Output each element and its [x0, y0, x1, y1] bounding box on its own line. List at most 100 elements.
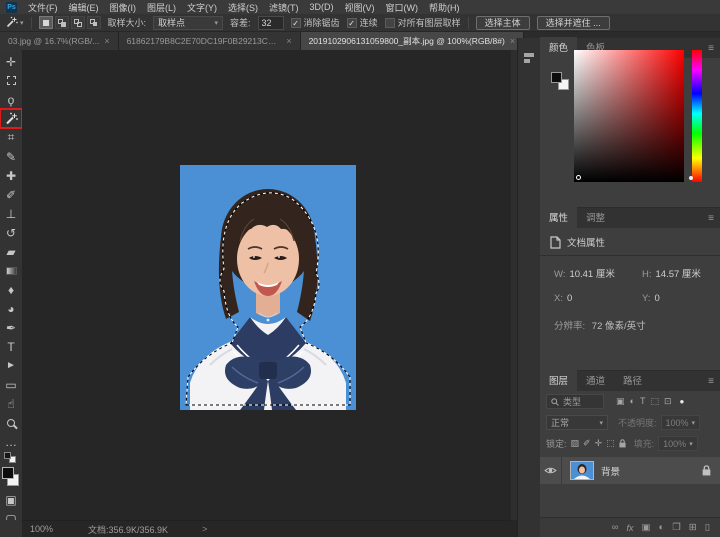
path-selection-tool[interactable]: ► — [0, 356, 22, 375]
dodge-tool[interactable]: ◕ — [0, 299, 22, 318]
new-selection-button[interactable] — [39, 16, 53, 29]
lock-image-pixels-icon[interactable]: ✐ — [583, 438, 591, 449]
add-to-selection-button[interactable] — [55, 16, 69, 29]
crop-tool[interactable]: ⌗ — [0, 128, 22, 147]
new-group-icon[interactable]: ❒ — [672, 522, 681, 533]
add-layer-mask-icon[interactable]: ▣ — [642, 522, 651, 533]
eyedropper-tool[interactable]: ✎ — [0, 147, 22, 166]
tab-properties[interactable]: 属性 — [540, 207, 577, 228]
tab-layers[interactable]: 图层 — [540, 370, 577, 391]
filter-smart-objects-icon[interactable]: ⊡ — [664, 396, 672, 407]
contiguous-checkbox[interactable]: ✓ 连续 — [347, 16, 378, 29]
menu-layer[interactable]: 图层(L) — [147, 1, 176, 14]
sample-size-dropdown[interactable]: 取样点 ▾ — [153, 16, 223, 30]
eraser-tool[interactable]: ▰ — [0, 242, 22, 261]
portrait-photo[interactable] — [180, 165, 356, 410]
menu-window[interactable]: 窗口(W) — [386, 1, 419, 14]
anti-alias-checkbox[interactable]: ✓ 消除锯齿 — [291, 16, 340, 29]
filter-type-layers-icon[interactable]: T — [640, 396, 646, 407]
move-tool[interactable]: ✛ — [0, 52, 22, 71]
foreground-background-colors[interactable] — [0, 464, 22, 490]
gradient-tool[interactable] — [0, 261, 22, 280]
menu-image[interactable]: 图像(I) — [110, 1, 137, 14]
select-and-mask-button[interactable]: 选择并遮住 ... — [537, 16, 610, 30]
sample-all-layers-checkbox[interactable]: 对所有图层取样 — [385, 16, 461, 29]
collapsed-panel-dock[interactable] — [517, 38, 540, 537]
link-layers-icon[interactable]: ∞ — [612, 522, 619, 533]
document-tab-active[interactable]: 2019102906131059800_副本.jpg @ 100%(RGB/8#… — [301, 32, 525, 50]
pen-tool[interactable]: ✒ — [0, 318, 22, 337]
tab-paths[interactable]: 路径 — [614, 370, 651, 391]
menu-select[interactable]: 选择(S) — [228, 1, 258, 14]
menu-3d[interactable]: 3D(D) — [310, 2, 334, 12]
magic-wand-icon — [5, 16, 18, 29]
blur-tool[interactable]: ♦ — [0, 280, 22, 299]
layer-style-icon[interactable]: fx — [627, 523, 634, 533]
default-colors-control[interactable] — [0, 451, 22, 464]
panel-menu-icon[interactable]: ≡ — [708, 213, 714, 224]
close-icon[interactable]: × — [510, 36, 515, 46]
document-properties-row[interactable]: 文档属性 — [540, 228, 720, 255]
background-lock-icon[interactable] — [702, 465, 711, 476]
intersect-selection-button[interactable] — [87, 16, 101, 29]
panel-menu-icon[interactable]: ≡ — [708, 43, 714, 54]
magic-wand-tool[interactable] — [0, 109, 22, 128]
rectangular-marquee-tool[interactable] — [0, 71, 22, 90]
type-tool[interactable]: T — [0, 337, 22, 356]
quick-mask-button[interactable]: ▣ — [0, 490, 22, 509]
fill-dropdown[interactable]: 100% ▾ — [658, 436, 698, 451]
menu-edit[interactable]: 编辑(E) — [69, 1, 99, 14]
tolerance-input[interactable] — [258, 16, 284, 30]
layer-row-background[interactable]: 背景 — [540, 457, 720, 484]
chevron-down-icon: ▾ — [599, 419, 603, 427]
menu-filter[interactable]: 滤镜(T) — [269, 1, 299, 14]
document-tab[interactable]: 61862179B8C2E70DC19F0B29213CB7A1.png @ 1… — [119, 32, 301, 50]
history-brush-tool[interactable]: ↺ — [0, 223, 22, 242]
menu-type[interactable]: 文字(Y) — [187, 1, 217, 14]
lasso-tool[interactable]: ϙ — [0, 90, 22, 109]
layer-visibility-toggle[interactable] — [540, 457, 562, 484]
lock-position-icon[interactable]: ✛ — [595, 438, 603, 449]
foreground-color-swatch[interactable] — [551, 72, 562, 83]
close-icon[interactable]: × — [286, 36, 291, 46]
saturation-brightness-field[interactable] — [574, 50, 684, 182]
edit-toolbar-button[interactable]: … — [0, 432, 22, 451]
delete-layer-icon[interactable]: ▯ — [705, 522, 710, 533]
select-subject-button[interactable]: 选择主体 — [476, 16, 530, 30]
filter-adjustment-layers-icon[interactable]: ◐ — [630, 396, 635, 407]
lock-all-icon[interactable] — [619, 439, 626, 448]
layer-thumbnail[interactable] — [570, 461, 594, 480]
status-options-chevron[interactable]: > — [202, 524, 207, 534]
menu-view[interactable]: 视图(V) — [345, 1, 375, 14]
tab-channels[interactable]: 通道 — [577, 370, 614, 391]
rectangle-tool[interactable]: ▭ — [0, 375, 22, 394]
subtract-from-selection-button[interactable] — [71, 16, 85, 29]
hue-slider[interactable] — [692, 50, 702, 182]
menu-help[interactable]: 帮助(H) — [429, 1, 460, 14]
panel-menu-icon[interactable]: ≡ — [708, 376, 714, 387]
clone-stamp-tool[interactable]: ⊥ — [0, 204, 22, 223]
lock-transparent-pixels-icon[interactable]: ▨ — [571, 438, 580, 449]
hand-tool[interactable]: ☝ — [0, 394, 22, 413]
zoom-tool[interactable] — [0, 413, 22, 432]
close-icon[interactable]: × — [104, 36, 109, 46]
current-tool-preset[interactable]: ▾ — [5, 16, 24, 29]
zoom-level-field[interactable]: 100% — [30, 524, 82, 534]
lock-artboard-icon[interactable]: ⬚ — [606, 438, 615, 449]
layer-filter-search[interactable]: 类型 — [546, 394, 604, 409]
document-tab[interactable]: 03.jpg @ 16.7%(RGB/... × — [0, 32, 119, 50]
opacity-dropdown[interactable]: 100% ▾ — [661, 415, 701, 430]
menu-file[interactable]: 文件(F) — [28, 1, 58, 14]
filter-pixel-layers-icon[interactable]: ▣ — [616, 396, 625, 407]
filter-toggle-icon[interactable]: ● — [680, 397, 685, 406]
adjustment-layer-icon[interactable]: ◐ — [659, 522, 665, 533]
foreground-color-swatch[interactable] — [2, 467, 14, 479]
tab-adjustments[interactable]: 调整 — [577, 207, 614, 228]
brush-tool[interactable]: ✐ — [0, 185, 22, 204]
filter-shape-layers-icon[interactable]: ⬚ — [650, 396, 659, 407]
blend-mode-dropdown[interactable]: 正常 ▾ — [546, 415, 608, 430]
photoshop-logo[interactable]: Ps — [6, 2, 17, 13]
spot-healing-brush-tool[interactable]: ✚ — [0, 166, 22, 185]
new-layer-icon[interactable]: ⊞ — [689, 522, 697, 533]
tab-color[interactable]: 颜色 — [540, 37, 577, 58]
